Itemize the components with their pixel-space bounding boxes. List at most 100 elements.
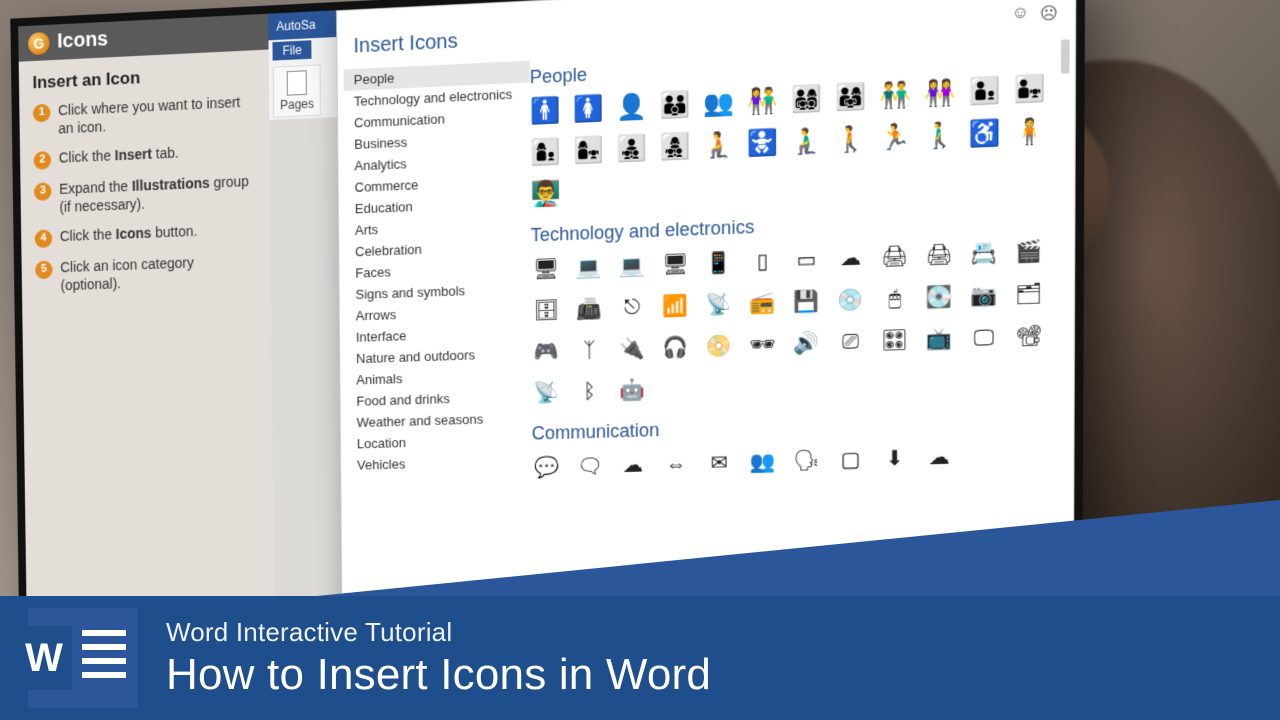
run-icon[interactable]: 🏃 [879,122,911,155]
antenna-icon[interactable]: 📡 [531,377,562,409]
family-a-icon[interactable]: 👨‍👦 [968,75,1000,108]
radio-icon[interactable]: 📻 [747,287,778,319]
tv-icon[interactable]: 📺 [923,323,955,355]
download-icon[interactable]: ⬇ [879,443,911,475]
chat-icon[interactable]: 💬 [532,452,563,483]
clapper-icon[interactable]: 🎬 [1013,236,1045,269]
tablet-b-icon[interactable]: ▭ [791,244,822,276]
disc-b-icon[interactable]: 📀 [703,330,734,362]
vr-icon[interactable]: 🕶 [747,329,778,361]
wifi-box-icon[interactable]: 📡 [703,289,734,321]
file-tab[interactable]: File [272,40,311,60]
parent-child-icon[interactable]: 👩‍👧 [573,135,604,167]
files-icon[interactable]: 🗂 [1013,278,1045,311]
couple-icon[interactable]: 👫 [747,86,778,119]
wheelchair-icon[interactable]: ♿ [968,118,1000,151]
scan-cloud-icon[interactable]: ☁ [835,242,867,275]
section-tech: Technology and electronics 🖥💻💻🖥📱▯▭☁🖨🖨📇🎬🗄… [531,205,1053,409]
scroll-thumb[interactable] [1061,39,1070,74]
category-item[interactable]: Vehicles [347,450,532,476]
floppy-icon[interactable]: 💾 [791,286,822,318]
scroll-down-icon[interactable]: ▾ [1058,568,1069,581]
console-icon[interactable]: 🎛 [879,325,911,357]
disc-icon[interactable]: 💿 [835,284,867,316]
family-c-icon[interactable]: 👩‍👦 [530,137,561,169]
printer-b-icon[interactable]: 🖨 [923,239,955,272]
tutorial-sidebar: G Icons Insert an Icon 1Click where you … [18,14,274,650]
family-e-icon[interactable]: 👩‍👧‍👦 [659,131,690,164]
kneel-icon[interactable]: 🧎‍♂️ [791,126,823,159]
monitor-stage: G Icons Insert an Icon 1Click where you … [0,0,1280,720]
scanner-icon[interactable]: 📠 [574,293,605,325]
word-app: AutoSa File Pages ? ✕ [268,0,1076,646]
insert-button[interactable]: Insert [957,607,991,623]
tablet-icon[interactable]: ▯ [747,246,778,278]
teach-icon[interactable]: 👨‍🏫 [530,178,561,210]
person-bust-icon[interactable]: 👤 [616,92,647,125]
sidebar-heading: Insert an Icon [32,62,255,93]
step-4: 4Click the Icons button. [35,220,257,248]
group-3-icon[interactable]: 👪 [659,90,690,123]
couple-b-icon[interactable]: 👬 [879,80,911,113]
speaker-icon[interactable]: 🔊 [791,328,822,360]
crawl-icon[interactable]: 🧎 [703,129,734,162]
people-grid: 🚹 🚺 👤 👪 👥 👫 👨‍👩‍👧‍👦 👨‍👩‍👧 👬 👭 👨‍👦 👨‍👧 👩‍👦 👩‍👧 👨‍👧‍👦 👩‍👧… [530,73,1054,210]
bluetooth-icon[interactable]: ᛒ [574,376,605,408]
camera-icon[interactable]: 📷 [968,280,1000,313]
share-icon[interactable]: ⇔ [660,449,691,481]
headset-chat-icon[interactable]: 🗣 [791,445,822,477]
group-2c-icon[interactable]: 👭 [924,78,956,111]
desktop-icon[interactable]: 🖥 [531,254,562,286]
step-number: 5 [35,261,53,280]
smile-icon[interactable]: ☺ [1011,3,1029,25]
mouse-icon[interactable]: 🖱 [879,283,911,316]
laptop-b-icon[interactable]: 💻 [617,251,648,283]
chip-icon[interactable]: ⎋ [617,292,648,324]
sidebar-title: Icons [57,28,108,54]
group-4-icon[interactable]: 👨‍👩‍👧‍👦 [791,84,823,117]
laptop-icon[interactable]: 💻 [574,252,605,284]
chats-icon[interactable]: 🗨 [574,451,605,483]
group-3b-icon[interactable]: 👨‍👩‍👧 [835,82,867,115]
monitor-bezel: G Icons Insert an Icon 1Click where you … [10,0,1085,658]
sidebar-body: Insert an Icon 1Click where you want to … [19,50,275,650]
step-text: Click the Icons button. [60,223,198,248]
router-icon[interactable]: 📶 [660,290,691,322]
baby-change-icon[interactable]: 🚼 [747,128,778,161]
remote-icon[interactable]: ⎚ [835,326,867,358]
walk-cane-icon[interactable]: 🚶‍♂️ [924,120,956,153]
projector-icon[interactable]: 📽 [1013,320,1045,353]
printer-icon[interactable]: 🖨 [879,241,911,274]
usb-icon[interactable]: ᛉ [574,335,605,367]
icon-pane-scrollbar[interactable]: ▴ ▾ [1056,39,1073,578]
walk-icon[interactable]: 🚶 [835,124,867,157]
podium-icon[interactable]: 🧍 [1013,116,1045,149]
phone-icon[interactable]: 📱 [703,247,734,279]
insert-icons-dialog: ? ✕ Insert Icons ☺ ☹ PeopleTechnology an… [336,0,1076,645]
dialog-title: Insert Icons [353,30,457,59]
headphones-icon[interactable]: 🎧 [660,332,691,364]
usb-drive-icon[interactable]: 💽 [923,281,955,314]
server-icon[interactable]: 🗄 [531,295,562,327]
cables-icon[interactable]: 🔌 [617,333,648,365]
comm-grid: 💬 🗨 ☁ ⇔ ✉ 👥 🗣 ▢ ⬇ ☁ [532,439,1052,483]
shred-icon[interactable]: 📇 [968,237,1000,270]
person-female-icon[interactable]: 🚺 [573,94,604,127]
group-chat-icon[interactable]: 👥 [747,446,778,478]
pages-group[interactable]: Pages [273,64,321,117]
family-b-icon[interactable]: 👨‍👧 [1013,73,1045,106]
cancel-button[interactable]: Cancel [1006,606,1049,622]
cloud-chat-icon[interactable]: ☁ [617,450,648,482]
family-d-icon[interactable]: 👨‍👧‍👦 [616,133,647,165]
mail-icon[interactable]: ✉ [704,448,735,480]
robot-icon[interactable]: 🤖 [617,375,648,407]
cloud-down-icon[interactable]: ☁ [923,442,955,474]
frown-icon[interactable]: ☹ [1040,2,1058,24]
tv-b-icon[interactable]: 🖵 [968,322,1000,355]
group-2-solid-icon[interactable]: 👥 [703,88,734,121]
stamp-icon[interactable]: ▢ [835,444,866,476]
monitor-icon[interactable]: 🖥 [660,249,691,281]
tutorial-steps: 1Click where you want to insert an icon.… [33,93,257,295]
gamepad-icon[interactable]: 🎮 [531,336,562,368]
person-male-icon[interactable]: 🚹 [530,96,561,128]
